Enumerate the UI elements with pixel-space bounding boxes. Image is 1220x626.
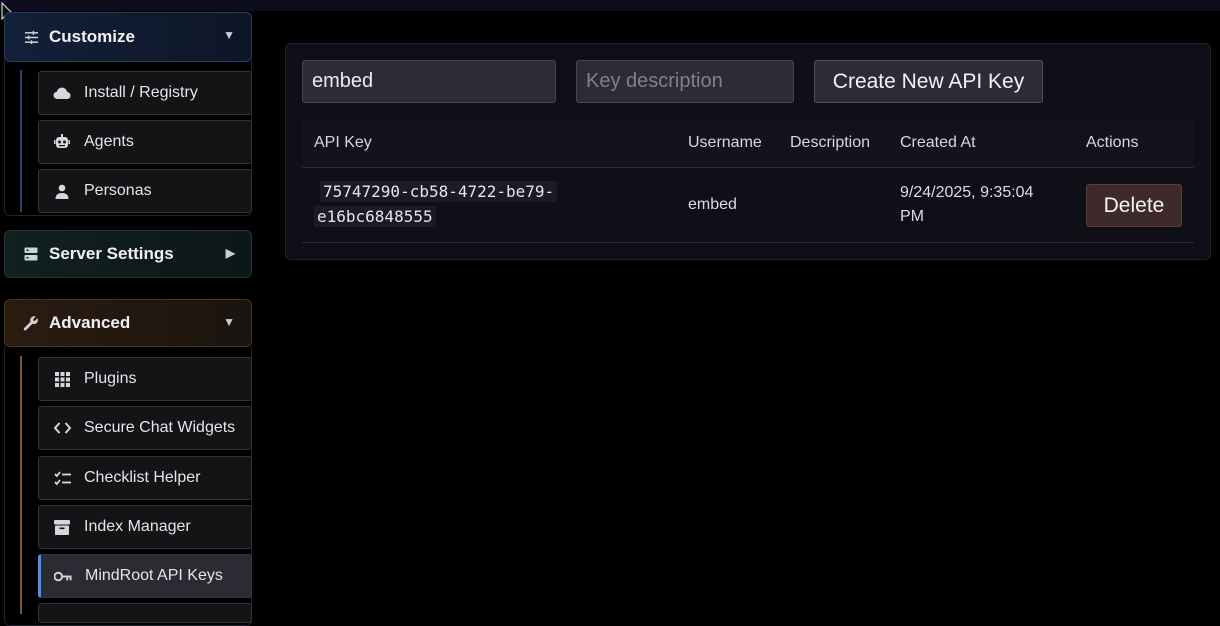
sliders-icon — [23, 29, 39, 45]
table-row: 75747290-cb58-4722-be79- e16bc6848555 em… — [302, 168, 1194, 243]
sidebar-item-label: Index Manager — [84, 518, 191, 535]
username-cell: embed — [688, 196, 737, 213]
checklist-icon — [53, 469, 71, 487]
sidebar-item-agents[interactable]: Agents — [38, 120, 252, 164]
section-server-settings[interactable]: Server Settings ▶ — [4, 230, 252, 278]
sidebar-item-index-manager[interactable]: Index Manager — [38, 505, 252, 549]
section-advanced-label: Advanced — [49, 313, 131, 332]
sidebar-item-label: MindRoot API Keys — [85, 567, 223, 584]
section-advanced[interactable]: Advanced ▼ — [4, 299, 252, 347]
column-header-description: Description — [790, 134, 871, 151]
key-description-input[interactable] — [576, 60, 794, 103]
created-at-cell: 9/24/2025, 9:35:04 PM — [900, 181, 1033, 229]
section-customize[interactable]: Customize ▼ — [4, 12, 252, 62]
sidebar: Customize ▼ Install / Registry Agents Pe… — [0, 0, 262, 626]
advanced-group-line — [20, 356, 22, 614]
sidebar-item-secure-chat-widgets[interactable]: Secure Chat Widgets — [38, 406, 252, 450]
grid-icon — [53, 370, 71, 388]
chevron-down-icon: ▼ — [223, 28, 235, 42]
delete-button[interactable]: Delete — [1086, 184, 1182, 227]
create-api-key-button[interactable]: Create New API Key — [814, 60, 1043, 103]
chevron-down-icon: ▼ — [223, 315, 235, 329]
server-icon — [23, 246, 39, 262]
username-input[interactable] — [302, 60, 556, 103]
sidebar-item-label: Plugins — [84, 370, 137, 387]
sidebar-item-partial[interactable] — [38, 603, 252, 623]
chevron-right-icon: ▶ — [225, 246, 235, 260]
key-icon — [54, 567, 72, 585]
created-at-line-1: 9/24/2025, 9:35:04 — [900, 184, 1034, 201]
api-key-line-2: e16bc6848555 — [314, 206, 436, 227]
table-header: API Key Username Description Created At … — [302, 119, 1194, 168]
wrench-icon — [23, 315, 39, 331]
sidebar-item-label: Personas — [84, 182, 152, 199]
sidebar-item-label: Secure Chat Widgets — [84, 419, 236, 436]
sidebar-item-plugins[interactable]: Plugins — [38, 357, 252, 401]
column-header-username: Username — [688, 134, 762, 151]
sidebar-item-label: Checklist Helper — [84, 469, 201, 486]
sidebar-item-install-registry[interactable]: Install / Registry — [38, 71, 252, 115]
customize-group-line — [20, 70, 22, 212]
archive-icon — [53, 518, 71, 536]
sidebar-item-personas[interactable]: Personas — [38, 169, 252, 213]
section-customize-label: Customize — [49, 27, 135, 46]
sidebar-item-label: Install / Registry — [84, 84, 198, 101]
sidebar-item-checklist-helper[interactable]: Checklist Helper — [38, 456, 252, 500]
column-header-created-at: Created At — [900, 134, 976, 151]
code-icon — [53, 419, 71, 437]
api-key-value: 75747290-cb58-4722-be79- e16bc6848555 — [314, 179, 558, 229]
section-server-settings-label: Server Settings — [49, 244, 174, 263]
column-header-actions: Actions — [1086, 134, 1139, 151]
robot-icon — [53, 133, 71, 151]
api-key-line-1: 75747290-cb58-4722-be79- — [320, 181, 558, 202]
sidebar-item-label: Agents — [84, 133, 134, 150]
cloud-icon — [53, 84, 71, 102]
column-header-api-key: API Key — [314, 134, 372, 151]
sidebar-item-mindroot-api-keys[interactable]: MindRoot API Keys — [38, 554, 252, 598]
person-icon — [53, 182, 71, 200]
created-at-line-2: PM — [900, 208, 924, 225]
